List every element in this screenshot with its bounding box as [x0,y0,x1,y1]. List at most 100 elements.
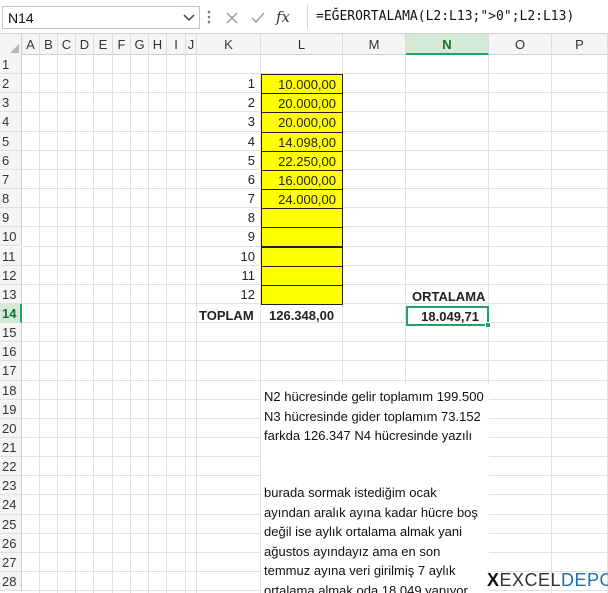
more-options-icon[interactable] [206,9,212,25]
row-header-13[interactable]: 13 [0,284,22,304]
row-header-8[interactable]: 8 [0,189,22,209]
row-header-12[interactable]: 12 [0,265,22,285]
column-gridline [93,55,94,593]
value-cell[interactable]: 14.098,00 [261,131,343,152]
value-cell[interactable] [261,284,343,305]
column-gridline [112,55,113,593]
row-header-7[interactable]: 7 [0,169,22,190]
row-header-28[interactable]: 28 [0,572,22,592]
row-header-5[interactable]: 5 [0,131,22,151]
note-line: burada sormak istediğim ocak [264,485,437,500]
row-header-6[interactable]: 6 [0,150,22,170]
name-box-value: N14 [8,10,34,26]
row-header-1[interactable]: 1 [0,55,22,75]
column-header-n[interactable]: N [406,34,489,55]
total-value[interactable]: 126.348,00 [269,306,341,325]
row-header-17[interactable]: 17 [0,361,22,381]
formula-text: =EĞERORTALAMA(L2:L13;">0";L2:L13) [316,9,575,24]
worksheet-grid[interactable]: ABCDEFGHIJKLMNOP 1 2 3 4 5 6 7 8 9 10 11 12 13 14 15 16… [0,34,608,593]
month-number-cell[interactable]: 1 [197,74,261,93]
value-cell[interactable] [261,227,343,248]
value-cell[interactable]: 10.000,00 [261,74,343,95]
value-cell[interactable]: 20.000,00 [261,112,343,133]
column-header-c[interactable]: C [58,34,76,55]
column-header-m[interactable]: M [343,34,406,55]
note-line: N3 hücresinde gider toplamım 73.152 [264,408,481,424]
column-header-o[interactable]: O [489,34,552,55]
column-header-f[interactable]: F [113,34,131,55]
month-number-cell[interactable]: 2 [197,93,261,112]
row-gridline [22,341,608,343]
row-header-24[interactable]: 24 [0,495,22,515]
row-header-21[interactable]: 21 [0,438,22,458]
month-number-cell[interactable]: 10 [197,247,261,266]
average-label[interactable]: ORTALAMA [412,287,492,306]
row-header-10[interactable]: 10 [0,227,22,247]
row-header-16[interactable]: 16 [0,342,22,362]
row-header-4[interactable]: 4 [0,112,22,132]
chevron-down-icon[interactable] [183,13,195,23]
row-header-2[interactable]: 2 [0,74,22,94]
month-number-cell[interactable]: 6 [197,170,261,189]
month-number-cell[interactable]: 4 [197,132,261,151]
formula-input[interactable]: =EĞERORTALAMA(L2:L13;">0";L2:L13) [307,5,605,29]
average-value: 18.049,71 [421,309,479,324]
note-line: N2 hücresinde gelir toplamım 199.500 [264,389,484,404]
month-number-cell[interactable]: 3 [197,112,261,131]
row-header-11[interactable]: 11 [0,246,22,266]
month-number-cell[interactable]: 11 [197,266,261,285]
column-header-h[interactable]: H [149,34,167,55]
column-header-p[interactable]: P [552,34,608,55]
value-cell[interactable] [261,208,343,229]
row-header-3[interactable]: 3 [0,93,22,113]
value-cell[interactable]: 24.000,00 [261,189,343,210]
value-cell[interactable] [261,246,343,267]
row-header-14[interactable]: 14 [0,303,22,324]
column-header-k[interactable]: K [197,34,261,55]
note-line: değil ise aylık ortalama almak yani [264,524,462,539]
total-label[interactable]: TOPLAM [199,306,259,325]
note-line: ağustos ayındayız ama en son [264,543,441,559]
column-gridline [75,55,76,593]
enter-check-icon[interactable] [250,10,266,26]
value-cell[interactable]: 20.000,00 [261,93,343,114]
row-header-26[interactable]: 26 [0,533,22,553]
cancel-icon[interactable] [224,10,240,26]
row-header-25[interactable]: 25 [0,514,22,534]
row-header-18[interactable]: 18 [0,380,22,400]
column-header-j[interactable]: J [186,34,197,55]
column-header-a[interactable]: A [22,34,40,55]
insert-function-icon[interactable]: fx [276,8,290,26]
name-box[interactable]: N14 [2,6,200,29]
row-header-19[interactable]: 19 [0,399,22,419]
row-header-23[interactable]: 23 [0,476,22,496]
fill-handle[interactable] [485,322,491,328]
selected-cell-n14[interactable]: 18.049,71 [406,306,491,328]
month-number-cell[interactable]: 8 [197,208,261,227]
month-number-cell[interactable]: 7 [197,189,261,208]
column-header-d[interactable]: D [76,34,94,55]
value-cell[interactable] [261,265,343,286]
row-header-20[interactable]: 20 [0,418,22,438]
column-header-e[interactable]: E [94,34,113,55]
month-number-cell[interactable]: 5 [197,151,261,170]
month-number-cell[interactable]: 9 [197,227,261,246]
column-gridline [39,55,40,593]
value-cell[interactable]: 22.250,00 [261,150,343,171]
select-all-button[interactable] [0,34,22,55]
row-gridline [22,360,608,362]
column-gridline [166,55,167,593]
column-header-b[interactable]: B [40,34,58,55]
note-line: temmuz ayına veri girilmiş 7 aylık [264,563,456,578]
row-header-15[interactable]: 15 [0,323,22,343]
month-number-cell[interactable]: 12 [197,285,261,304]
column-header-g[interactable]: G [131,34,149,55]
column-header-l[interactable]: L [261,34,343,55]
value-cell[interactable]: 16.000,00 [261,169,343,191]
row-header-27[interactable]: 27 [0,552,22,573]
note-line: farkda 126.347 N4 hücresinde yazılı [264,428,473,443]
row-header-9[interactable]: 9 [0,208,22,228]
column-header-i[interactable]: I [167,34,186,55]
row-header-22[interactable]: 22 [0,457,22,477]
column-gridline [148,55,149,593]
